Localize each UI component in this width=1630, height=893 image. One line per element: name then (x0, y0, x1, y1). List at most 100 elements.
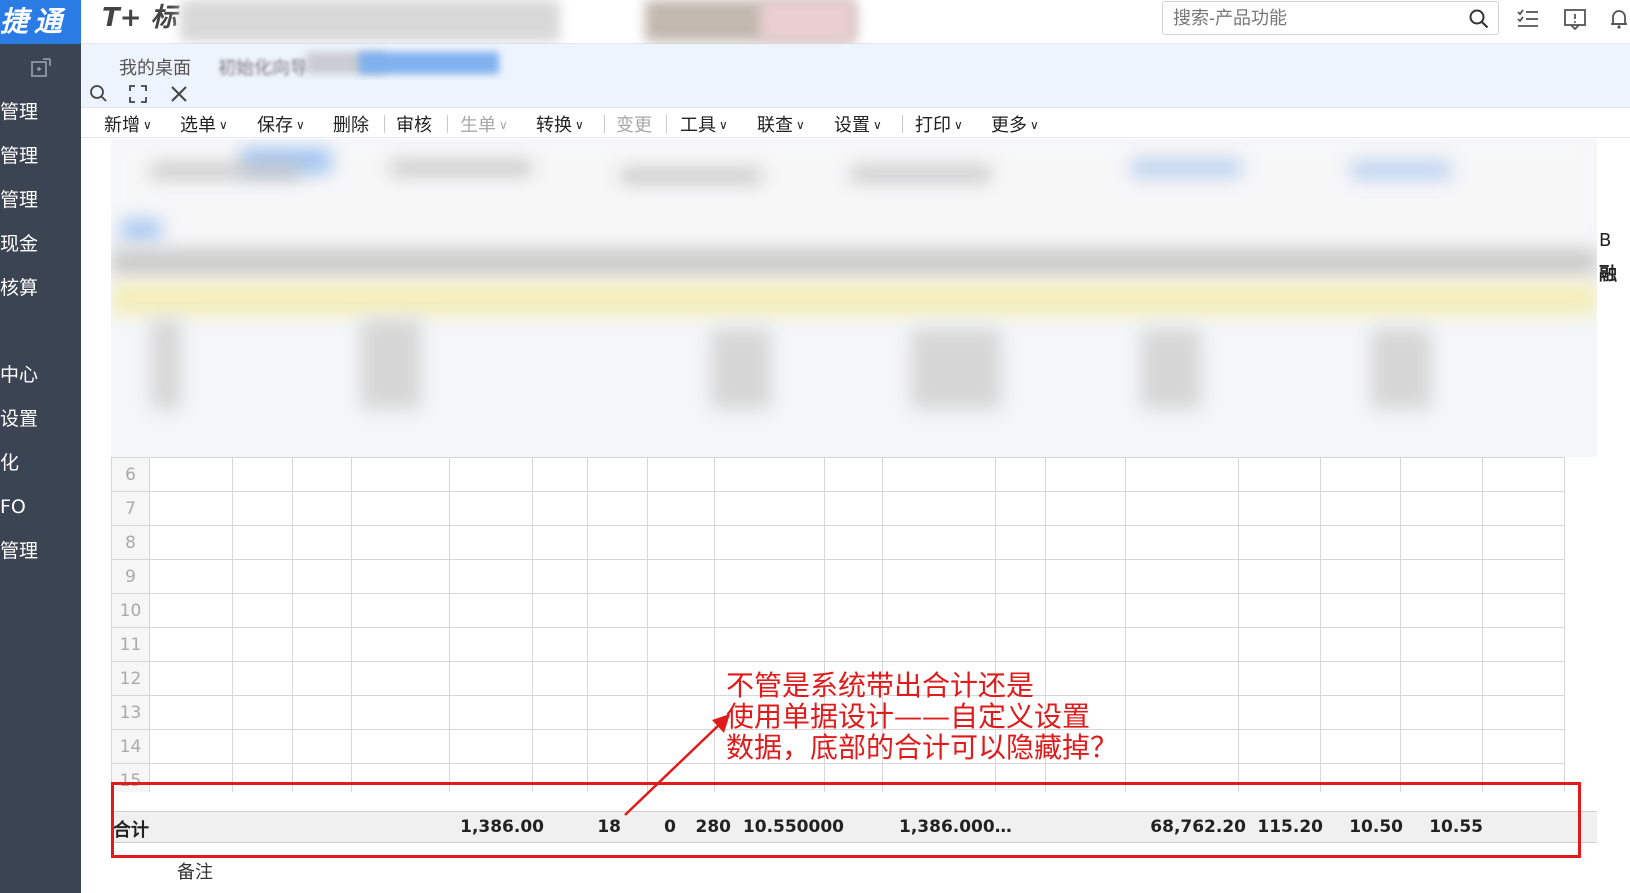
grid-cell[interactable] (1238, 661, 1321, 696)
grid-cell[interactable] (824, 593, 883, 628)
grid-cell[interactable] (292, 559, 352, 594)
grid-cell[interactable] (824, 525, 883, 560)
grid-cell[interactable] (1238, 695, 1321, 730)
grid-cell[interactable] (1125, 729, 1239, 764)
toolbar-button-convert[interactable]: 转换 ∨ (536, 111, 584, 137)
grid-cell[interactable] (1045, 627, 1126, 662)
grid-cell[interactable] (1125, 627, 1239, 662)
grid-cell[interactable] (647, 457, 715, 492)
toolbar-button-generate[interactable]: 生单 ∨ (460, 111, 508, 137)
sidebar-item-5[interactable]: 中心 (0, 360, 38, 390)
grid-cell[interactable] (292, 593, 352, 628)
grid-cell[interactable] (532, 661, 588, 696)
grid-cell[interactable] (292, 457, 352, 492)
toolbar-button-audit[interactable]: 审核 (396, 111, 432, 137)
grid-cell[interactable] (1320, 491, 1401, 526)
tab-init-wizard[interactable]: 初始化向导 (218, 54, 308, 80)
toolbar-button-link-query[interactable]: 联查 ∨ (757, 111, 805, 137)
grid-cell[interactable] (1482, 661, 1565, 696)
grid-cell[interactable] (882, 593, 996, 628)
grid-cell[interactable] (449, 593, 533, 628)
grid-cell[interactable] (1238, 627, 1321, 662)
grid-cell[interactable] (1400, 661, 1483, 696)
grid-cell[interactable] (995, 593, 1046, 628)
grid-cell[interactable] (1238, 559, 1321, 594)
sidebar-item-3[interactable]: 现金 (0, 229, 38, 259)
toolbar-button-save[interactable]: 保存 ∨ (257, 111, 305, 137)
grid-cell[interactable] (1482, 457, 1565, 492)
grid-cell[interactable] (1045, 457, 1126, 492)
toolbar-button-add[interactable]: 新增 ∨ (104, 111, 152, 137)
grid-cell[interactable] (1125, 695, 1239, 730)
grid-cell[interactable] (1400, 491, 1483, 526)
grid-cell[interactable] (1320, 457, 1401, 492)
grid-cell[interactable] (292, 525, 352, 560)
grid-cell[interactable] (532, 559, 588, 594)
grid-cell[interactable] (824, 457, 883, 492)
toolbar-button-more[interactable]: 更多 ∨ (991, 111, 1039, 137)
grid-cell[interactable] (1045, 525, 1126, 560)
grid-cell[interactable] (532, 457, 588, 492)
grid-cell[interactable] (587, 661, 648, 696)
grid-cell[interactable] (292, 729, 352, 764)
grid-cell[interactable] (532, 593, 588, 628)
grid-cell[interactable] (449, 525, 533, 560)
grid-cell[interactable] (351, 525, 450, 560)
table-row[interactable]: 7 (111, 491, 1565, 526)
grid-cell[interactable] (292, 661, 352, 696)
grid-cell[interactable] (995, 457, 1046, 492)
grid-cell[interactable] (1400, 729, 1483, 764)
grid-cell[interactable] (1238, 729, 1321, 764)
grid-cell[interactable] (351, 559, 450, 594)
grid-cell[interactable] (1400, 457, 1483, 492)
grid-cell[interactable] (351, 627, 450, 662)
grid-cell[interactable] (149, 661, 233, 696)
grid-cell[interactable] (882, 491, 996, 526)
grid-cell[interactable] (292, 627, 352, 662)
sidebar-item-1[interactable]: 管理 (0, 141, 38, 171)
grid-cell[interactable] (647, 593, 715, 628)
grid-cell[interactable] (149, 627, 233, 662)
search-input[interactable] (1173, 5, 1453, 31)
grid-cell[interactable] (1400, 559, 1483, 594)
grid-cell[interactable] (449, 559, 533, 594)
grid-cell[interactable] (351, 593, 450, 628)
grid-cell[interactable] (824, 559, 883, 594)
grid-cell[interactable] (647, 661, 715, 696)
search-icon[interactable] (1468, 8, 1490, 30)
grid-cell[interactable] (232, 695, 293, 730)
grid-cell[interactable] (149, 491, 233, 526)
grid-cell[interactable] (1482, 559, 1565, 594)
grid-cell[interactable] (1320, 593, 1401, 628)
grid-cell[interactable] (995, 525, 1046, 560)
grid-cell[interactable] (1238, 457, 1321, 492)
grid-cell[interactable] (647, 559, 715, 594)
grid-cell[interactable] (532, 695, 588, 730)
sidebar-item-8[interactable]: FO (0, 492, 26, 522)
table-row[interactable]: 8 (111, 525, 1565, 560)
grid-cell[interactable] (1125, 491, 1239, 526)
grid-cell[interactable] (1320, 729, 1401, 764)
grid-cell[interactable] (449, 695, 533, 730)
grid-cell[interactable] (149, 457, 233, 492)
grid-cell[interactable] (1400, 525, 1483, 560)
tab-my-desktop[interactable]: 我的桌面 (119, 54, 191, 80)
grid-cell[interactable] (647, 525, 715, 560)
grid-cell[interactable] (449, 627, 533, 662)
grid-cell[interactable] (647, 627, 715, 662)
sidebar-item-0[interactable]: 管理 (0, 97, 38, 127)
search-icon[interactable] (88, 83, 110, 105)
grid-cell[interactable] (1400, 627, 1483, 662)
fullscreen-icon[interactable] (127, 83, 149, 105)
grid-cell[interactable] (351, 457, 450, 492)
grid-cell[interactable] (1482, 695, 1565, 730)
sidebar-item-9[interactable]: 管理 (0, 536, 38, 566)
grid-cell[interactable] (1125, 559, 1239, 594)
grid-cell[interactable] (351, 729, 450, 764)
brand-logo[interactable]: 捷通 (0, 0, 81, 44)
grid-cell[interactable] (149, 559, 233, 594)
grid-cell[interactable] (1125, 525, 1239, 560)
grid-cell[interactable] (232, 525, 293, 560)
grid-cell[interactable] (351, 661, 450, 696)
grid-cell[interactable] (232, 491, 293, 526)
